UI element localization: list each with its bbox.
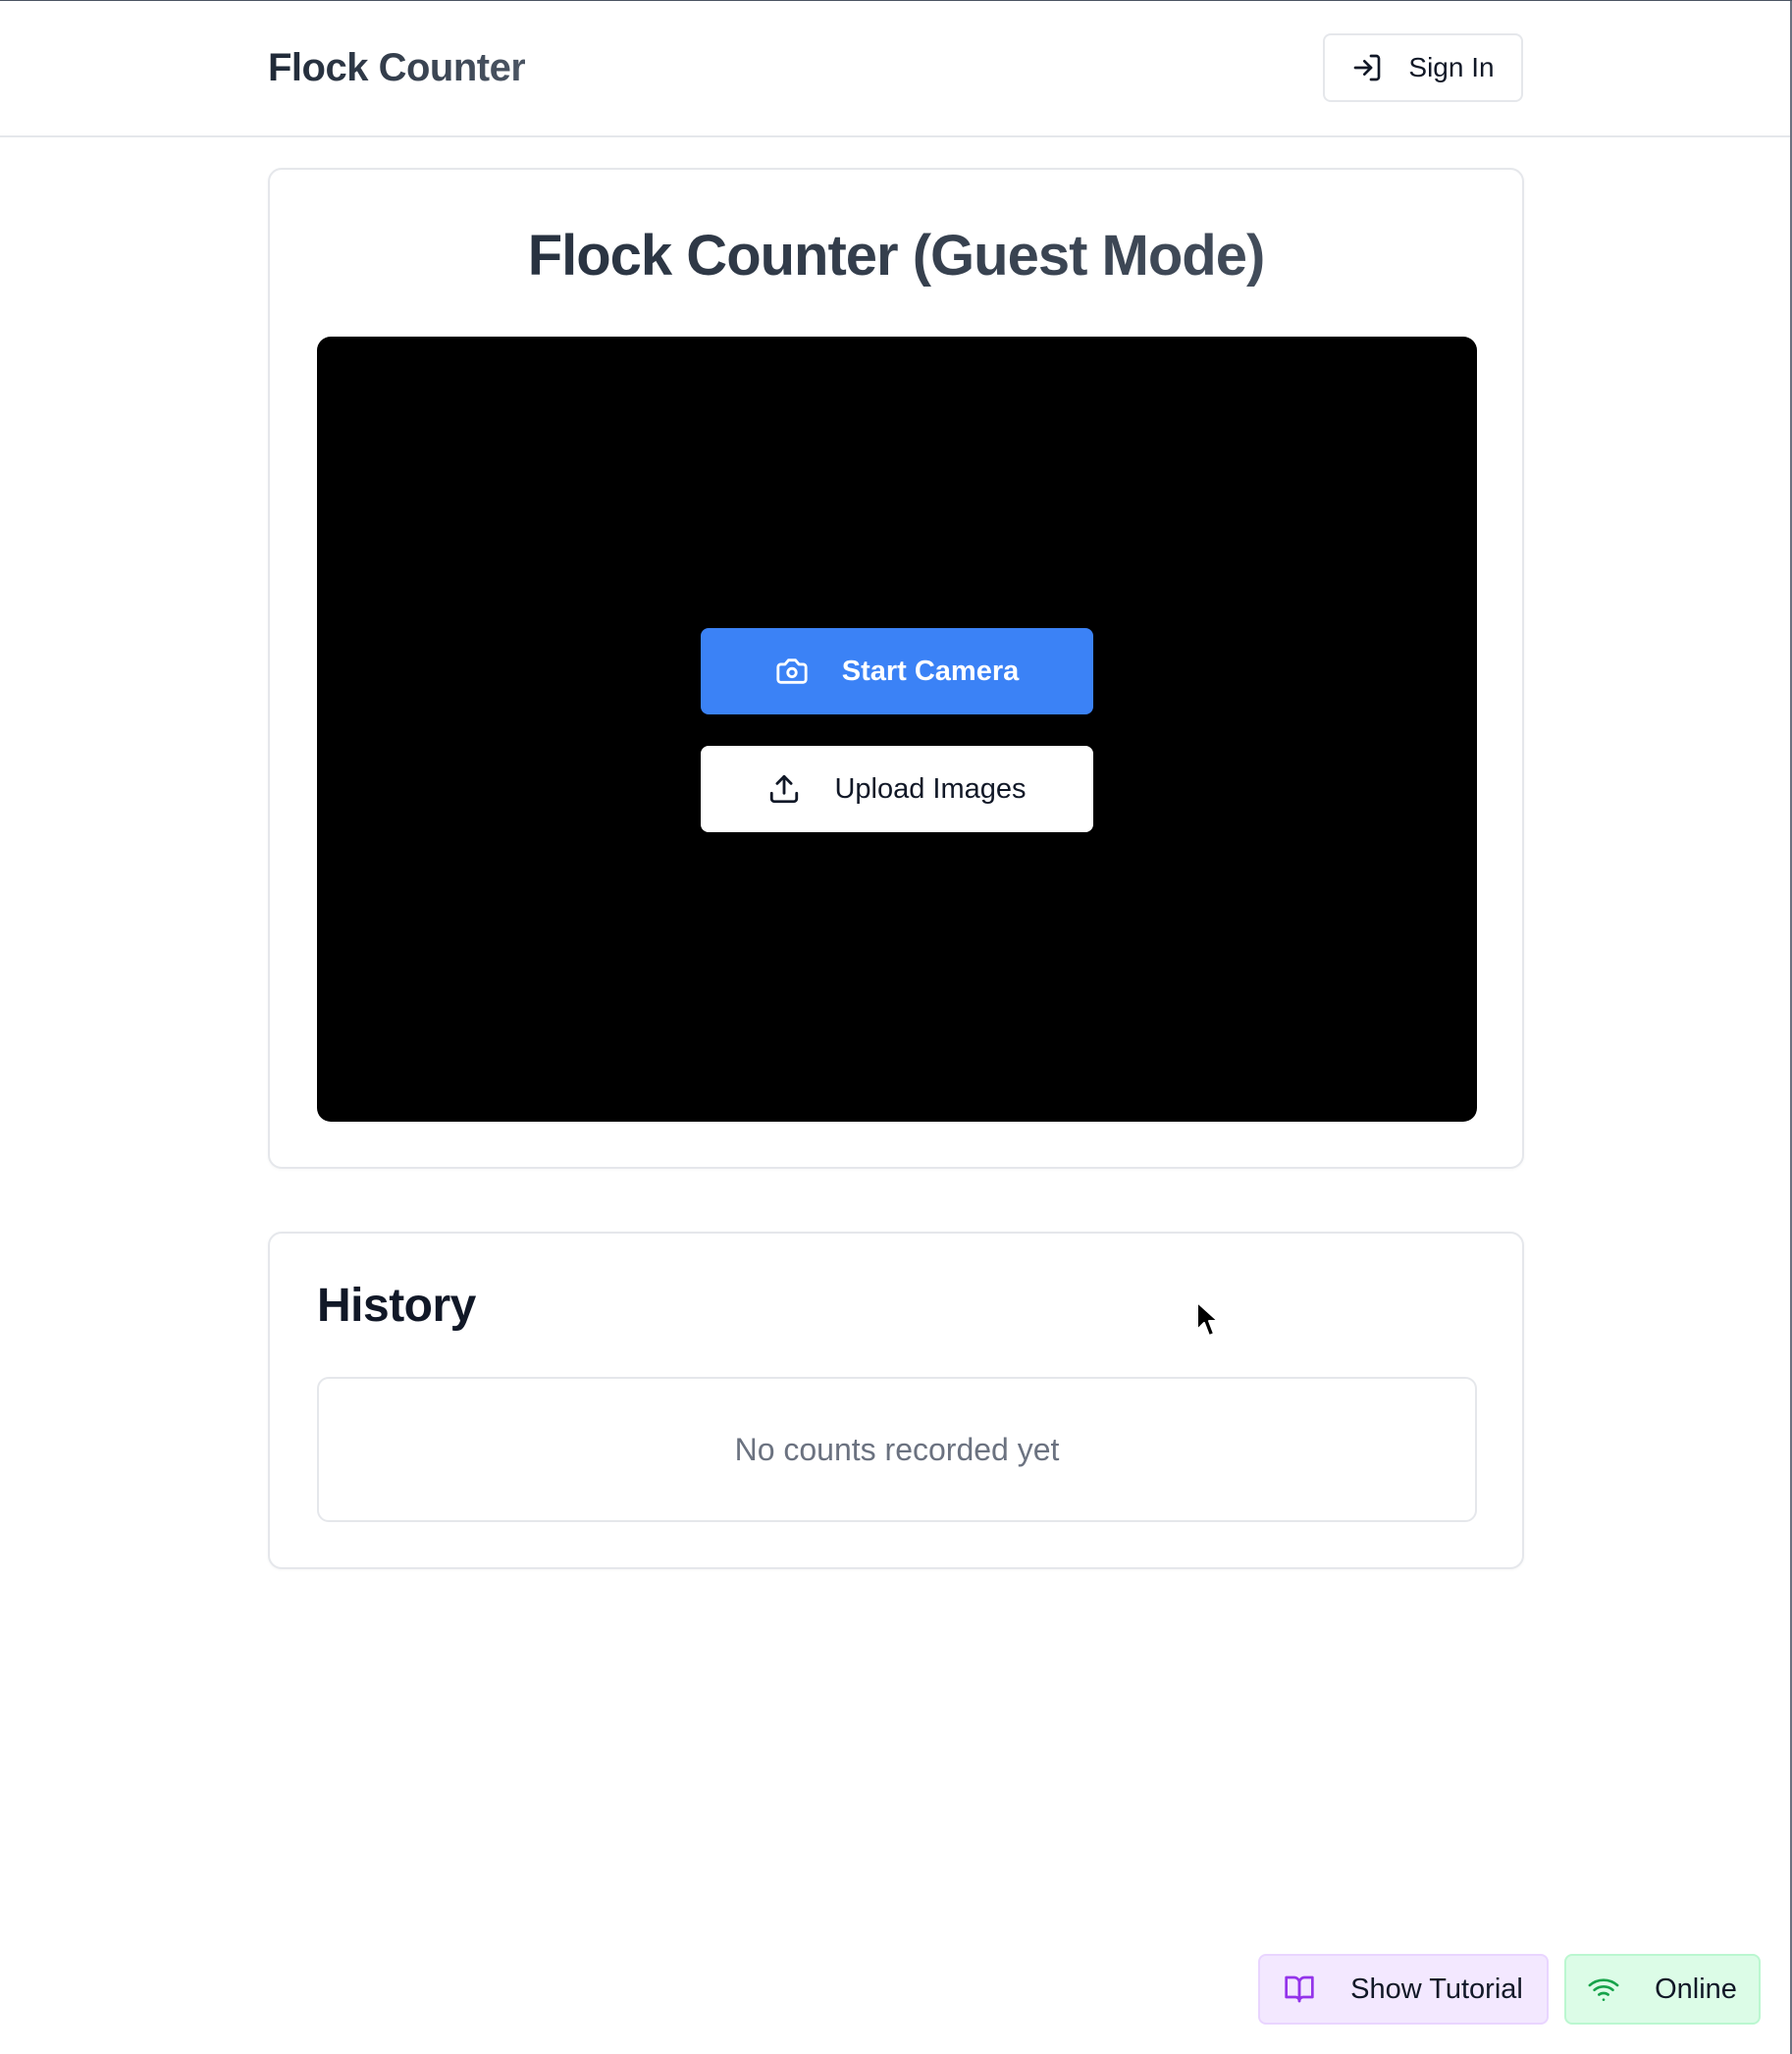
brand-title: Flock Counter [268,46,526,89]
wifi-icon [1588,1978,1619,2001]
show-tutorial-label: Show Tutorial [1350,1973,1523,2005]
upload-images-label: Upload Images [834,772,1027,805]
camera-icon [776,658,808,684]
show-tutorial-button[interactable]: Show Tutorial [1258,1954,1549,2025]
upload-icon [770,774,799,804]
log-in-icon [1354,54,1381,81]
book-open-icon [1285,1975,1314,2003]
online-status-badge: Online [1564,1954,1761,2025]
mouse-cursor-icon [1196,1301,1219,1337]
camera-preview: Start Camera Upload Images [317,337,1477,1122]
start-camera-button[interactable]: Start Camera [701,628,1093,714]
sign-in-button[interactable]: Sign In [1323,33,1523,102]
start-camera-label: Start Camera [841,655,1020,687]
history-title: History [317,1280,476,1332]
sign-in-label: Sign In [1408,52,1495,82]
history-card: History No counts recorded yet [268,1232,1524,1569]
history-empty-state: No counts recorded yet [317,1377,1477,1522]
online-status-label: Online [1655,1973,1737,2005]
top-nav: Flock Counter Sign In [0,1,1792,137]
page-title: Flock Counter (Guest Mode) [270,223,1522,289]
history-empty-text: No counts recorded yet [734,1431,1060,1467]
counter-card: Flock Counter (Guest Mode) Start Camera … [268,168,1524,1169]
upload-images-button[interactable]: Upload Images [701,746,1093,832]
